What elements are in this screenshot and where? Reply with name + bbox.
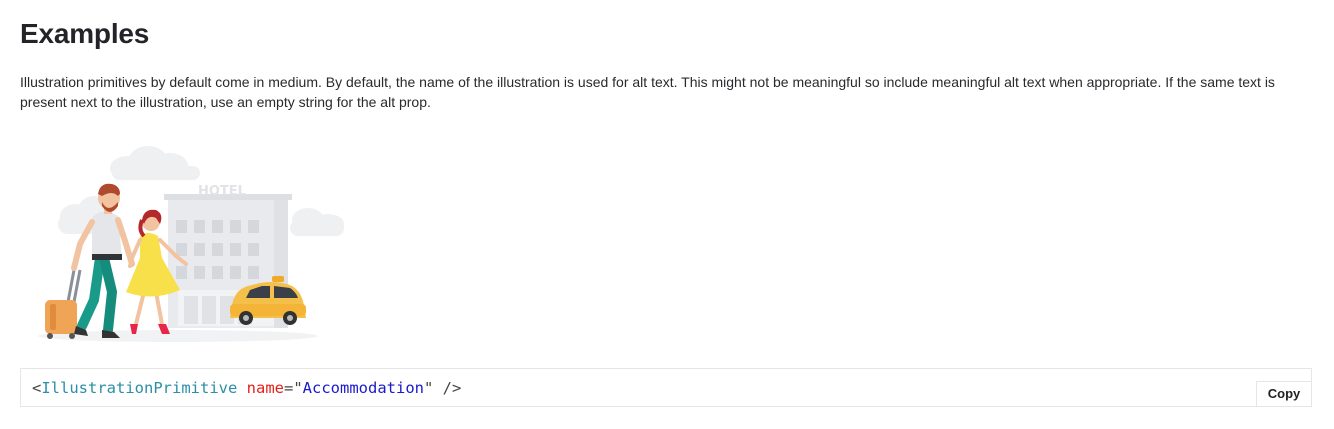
page: Examples Illustration primitives by defa… <box>0 0 1334 429</box>
accommodation-illustration: HOTEL <box>28 140 358 346</box>
code-example-block: <IllustrationPrimitive name="Accommodati… <box>20 368 1312 407</box>
code-close-tag: /> <box>433 379 462 397</box>
copy-button[interactable]: Copy <box>1256 381 1312 407</box>
code-tag-name: IllustrationPrimitive <box>41 379 238 397</box>
suitcase <box>45 269 82 339</box>
code-quote-open: " <box>293 379 303 397</box>
code-example: <IllustrationPrimitive name="Accommodati… <box>32 379 461 397</box>
code-open-bracket: < <box>32 379 42 397</box>
code-equals: = <box>283 379 294 397</box>
code-attr-name: name <box>246 379 284 397</box>
accommodation-illustration-image: HOTEL <box>38 146 344 342</box>
hotel-sign: HOTEL <box>198 184 246 199</box>
section-description: Illustration primitives by default come … <box>20 74 1275 110</box>
code-quote-close: " <box>424 379 434 397</box>
code-attr-value: Accommodation <box>302 379 424 397</box>
section-title: Examples <box>20 18 150 49</box>
